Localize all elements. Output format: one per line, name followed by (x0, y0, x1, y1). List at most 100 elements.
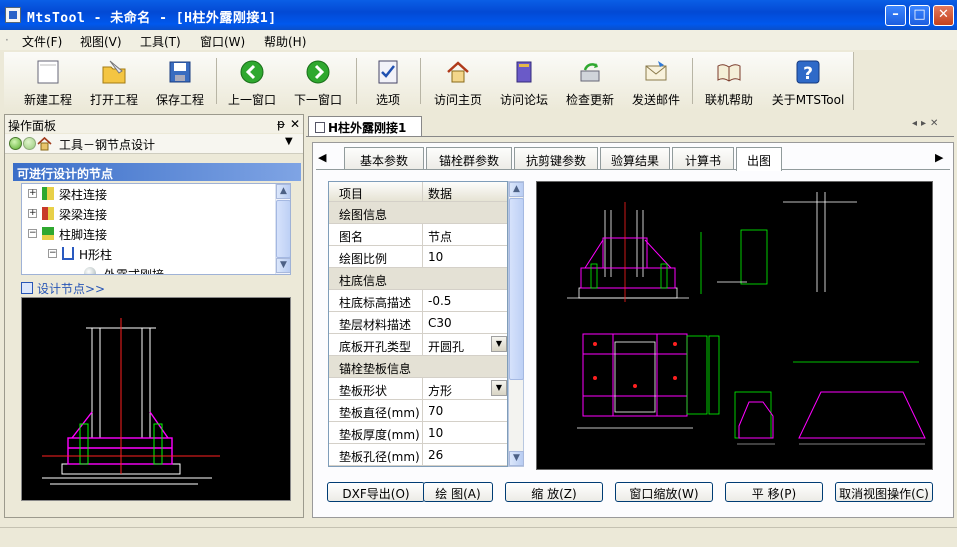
grid-row-plate-hole[interactable]: 垫板孔径(mm) 26 (329, 444, 507, 466)
row-label: 垫板厚度(mm) (329, 422, 423, 443)
chevron-down-icon[interactable]: ▼ (285, 136, 293, 147)
menu-help[interactable]: 帮助(H) (264, 33, 306, 50)
tree-item-beam-beam[interactable]: + 梁梁连接 (28, 206, 268, 222)
forward-icon[interactable] (23, 137, 36, 150)
row-value[interactable]: 26 (423, 444, 507, 465)
tree-item-exposed-rigid[interactable]: 外露式刚接 (84, 266, 264, 274)
home-small-icon[interactable] (37, 136, 52, 151)
scroll-up-button[interactable]: ▲ (509, 182, 524, 197)
row-label: 垫层材料描述 (329, 312, 423, 333)
grid-row-title[interactable]: 图名 节点 (329, 224, 507, 246)
expand-toggle[interactable]: + (28, 209, 37, 218)
book-stack-icon (516, 61, 532, 83)
pan-button[interactable]: 平 移(P) (725, 482, 823, 502)
drawing-canvas[interactable] (536, 181, 933, 470)
preview-drawing (42, 318, 220, 485)
tab-calc-report[interactable]: 计算书 (672, 147, 734, 170)
options-button[interactable]: 选项 (364, 54, 412, 108)
tree-item-beam-column[interactable]: + 梁柱连接 (28, 186, 268, 202)
grid-scrollbar[interactable]: ▲ ▼ (508, 181, 524, 467)
tree-item-column-base[interactable]: − 柱脚连接 (28, 226, 268, 242)
grid-row-plate-shape[interactable]: 垫板形状 方形 ▼ (329, 378, 507, 400)
beam-beam-icon (42, 207, 54, 220)
row-label: 底板开孔类型 (329, 334, 423, 355)
maximize-button[interactable]: □ (909, 5, 930, 26)
row-value-select[interactable]: 开圆孔 ▼ (423, 334, 507, 355)
back-icon[interactable] (9, 137, 22, 150)
row-value[interactable]: 70 (423, 400, 507, 421)
tree-item-label: 柱脚连接 (59, 228, 108, 242)
cad-drawing (567, 192, 926, 445)
category-label: 锚栓垫板信息 (339, 362, 412, 376)
scroll-thumb[interactable] (509, 198, 524, 380)
menu-file[interactable]: 文件(F) (22, 33, 62, 50)
tab-check-results[interactable]: 验算结果 (600, 147, 670, 170)
menu-tools[interactable]: 工具(T) (140, 33, 181, 50)
dxf-export-button[interactable]: DXF导出(O) (327, 482, 425, 502)
collapse-toggle[interactable]: − (48, 249, 57, 258)
tab-shear-key-params[interactable]: 抗剪键参数 (514, 147, 598, 170)
expand-toggle[interactable]: + (28, 189, 37, 198)
close-button[interactable]: ✕ (933, 5, 954, 26)
home-icon (447, 61, 469, 83)
scroll-up-button[interactable]: ▲ (276, 184, 290, 199)
grid-row-cushion-material[interactable]: 垫层材料描述 C30 (329, 312, 507, 334)
beam-column-icon (42, 187, 54, 200)
tab-anchor-group-params[interactable]: 锚栓群参数 (426, 147, 512, 170)
row-label: 图名 (329, 224, 423, 245)
grid-row-scale[interactable]: 绘图比例 10 (329, 246, 507, 268)
menu-window[interactable]: 窗口(W) (200, 33, 245, 50)
prev-window-button[interactable]: 上一窗口 (222, 54, 282, 108)
grid-row-elevation[interactable]: 柱底标高描述 -0.5 (329, 290, 507, 312)
menu-view[interactable]: 视图(V) (80, 33, 122, 50)
select-value: 开圆孔 (428, 340, 465, 354)
send-mail-button[interactable]: 发送邮件 (626, 54, 686, 108)
about-button[interactable]: ? 关于MTSTool (768, 54, 848, 108)
pin-icon[interactable]: ᵽ (277, 117, 285, 131)
dropdown-arrow-icon[interactable]: ▼ (491, 336, 507, 352)
dropdown-arrow-icon[interactable]: ▼ (491, 380, 507, 396)
grid-row-plate-diameter[interactable]: 垫板直径(mm) 70 (329, 400, 507, 422)
tree-item-h-column[interactable]: − H形柱 (48, 246, 268, 262)
tab-basic-params[interactable]: 基本参数 (344, 147, 424, 170)
save-project-button[interactable]: 保存工程 (150, 54, 210, 108)
tree-scrollbar[interactable]: ▲ ▼ (275, 184, 290, 274)
visit-homepage-button[interactable]: 访问主页 (428, 54, 488, 108)
document-tab[interactable]: H柱外露刚接1 (308, 116, 422, 136)
row-value[interactable]: C30 (423, 312, 507, 333)
draw-button[interactable]: 绘 图(A) (423, 482, 493, 502)
tab-drawing[interactable]: 出图 (736, 147, 782, 171)
row-value[interactable]: 10 (423, 422, 507, 443)
window-zoom-button[interactable]: 窗口缩放(W) (615, 482, 713, 502)
grid-row-hole-type[interactable]: 底板开孔类型 开圆孔 ▼ (329, 334, 507, 356)
visit-forum-button[interactable]: 访问论坛 (494, 54, 554, 108)
zoom-button[interactable]: 缩 放(Z) (505, 482, 603, 502)
design-node-link[interactable]: 设计节点>> (21, 280, 105, 297)
minimize-button[interactable]: – (885, 5, 906, 26)
row-label: 绘图比例 (329, 246, 423, 267)
tab-scroll-right-icon[interactable]: ▶ (935, 151, 943, 164)
scroll-thumb[interactable] (276, 200, 290, 258)
tab-nav-arrows[interactable]: ◂▸✕ (912, 118, 942, 129)
online-help-button[interactable]: 联机帮助 (698, 54, 760, 108)
open-project-button[interactable]: 打开工程 (84, 54, 144, 108)
title-bar: MtsTool - 未命名 - [H柱外露刚接1] – □ ✕ (0, 0, 957, 30)
row-value[interactable]: 10 (423, 246, 507, 267)
tab-scroll-left-icon[interactable]: ◀ (318, 151, 326, 164)
next-window-button[interactable]: 下一窗口 (288, 54, 348, 108)
new-project-button[interactable]: 新建工程 (18, 54, 78, 108)
arrow-right-icon (306, 60, 330, 84)
row-value-select[interactable]: 方形 ▼ (423, 378, 507, 399)
cancel-view-op-button[interactable]: 取消视图操作(C) (835, 482, 933, 502)
open-folder-icon (102, 60, 126, 84)
subtab-border (316, 169, 950, 170)
row-value[interactable]: 节点 (423, 224, 507, 245)
collapse-toggle[interactable]: − (28, 229, 37, 238)
scroll-down-button[interactable]: ▼ (509, 451, 524, 466)
scroll-down-button[interactable]: ▼ (276, 258, 290, 273)
row-value[interactable]: -0.5 (423, 290, 507, 311)
grid-row-plate-thickness[interactable]: 垫板厚度(mm) 10 (329, 422, 507, 444)
check-update-button[interactable]: 检查更新 (560, 54, 620, 108)
operation-panel: 操作面板 ᵽ ✕ 工具－钢节点设计 ▼ 可进行设计的节点 + 梁柱连接 + 梁梁… (4, 114, 304, 518)
panel-close-icon[interactable]: ✕ (290, 117, 300, 131)
